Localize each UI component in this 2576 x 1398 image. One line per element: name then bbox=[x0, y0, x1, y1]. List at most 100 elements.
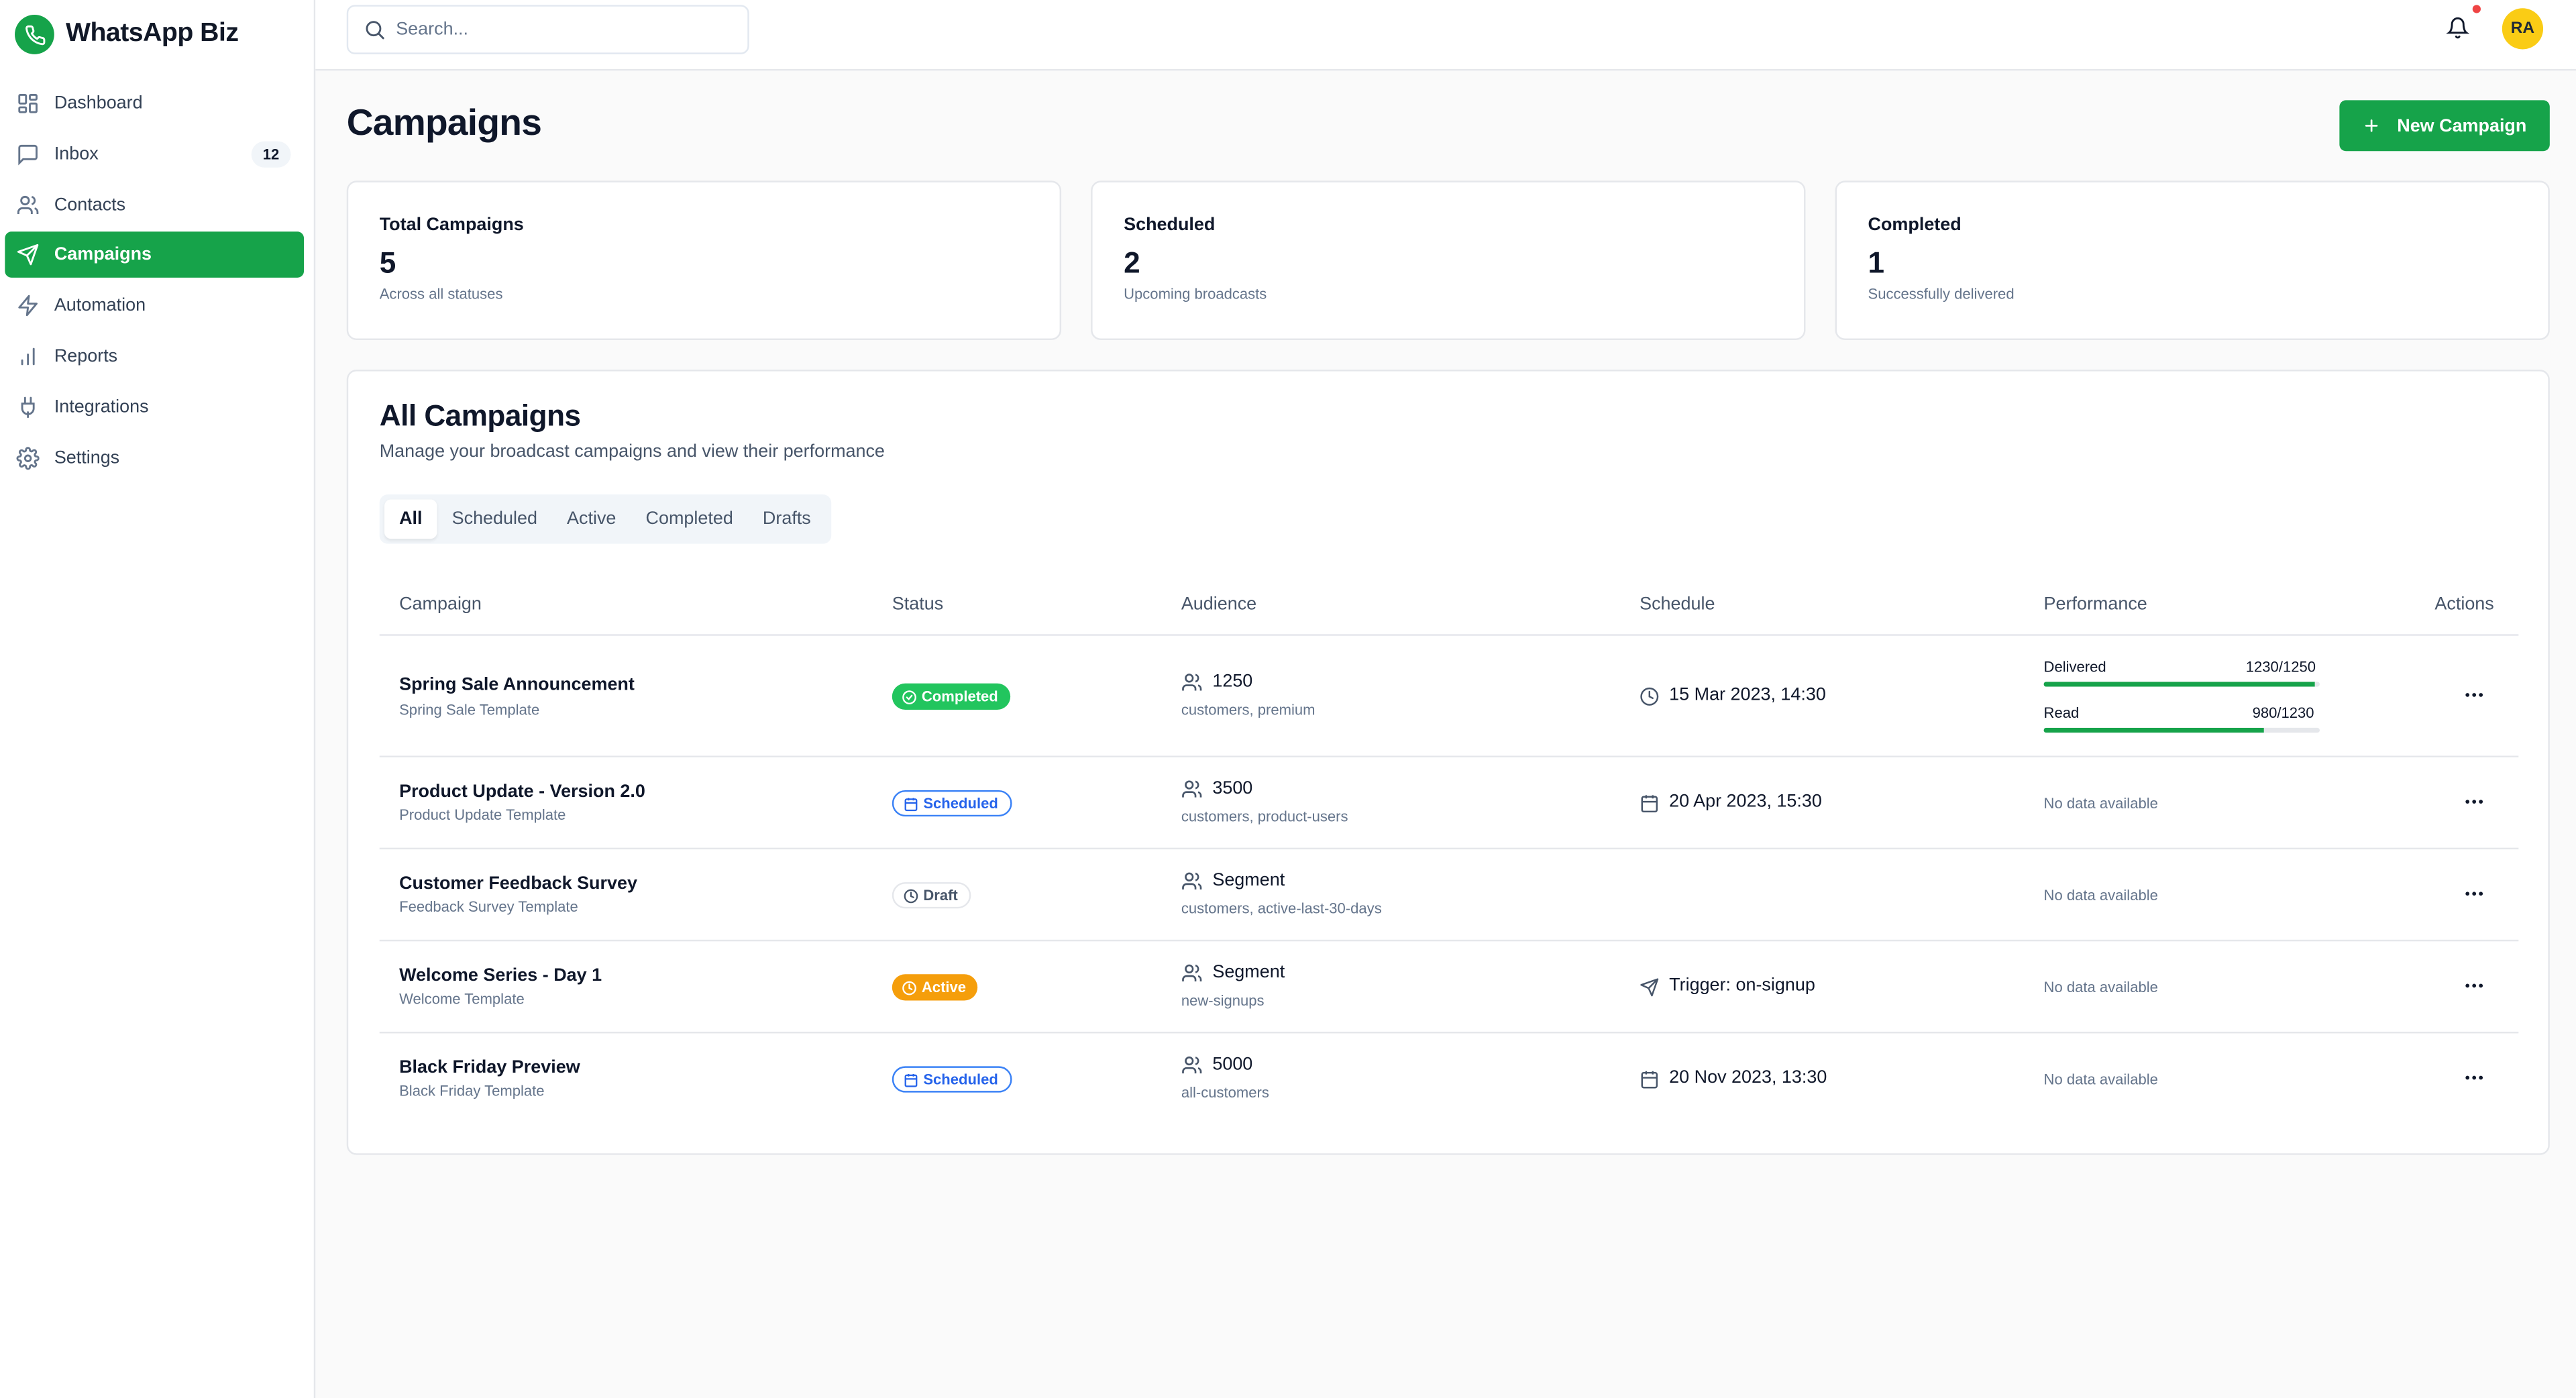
main-content: RA Campaigns New Campaign Total Campaign… bbox=[315, 0, 2576, 1398]
tab-active[interactable]: Active bbox=[552, 499, 631, 539]
brand[interactable]: WhatsApp Biz bbox=[0, 0, 314, 69]
sidebar-item-inbox[interactable]: Inbox 12 bbox=[5, 131, 304, 177]
status-badge: Scheduled bbox=[892, 790, 1012, 817]
sidebar-item-label: Automation bbox=[54, 296, 146, 316]
inbox-count-badge: 12 bbox=[251, 141, 291, 168]
sidebar-item-label: Integrations bbox=[54, 397, 149, 417]
sidebar-item-label: Campaigns bbox=[54, 245, 152, 266]
audience-segments: customers, product-users bbox=[1181, 808, 1348, 825]
check-circle-icon bbox=[902, 690, 916, 704]
more-actions-icon[interactable] bbox=[2463, 790, 2485, 813]
tab-completed[interactable]: Completed bbox=[631, 499, 747, 539]
gear-icon bbox=[15, 445, 41, 471]
campaign-template: Spring Sale Template bbox=[399, 701, 540, 718]
lightning-icon bbox=[15, 292, 41, 319]
stat-label: Total Campaigns bbox=[379, 215, 524, 235]
sidebar-nav: Dashboard Inbox 12 Contacts Campaigns Au… bbox=[0, 69, 314, 481]
tab-scheduled[interactable]: Scheduled bbox=[437, 499, 552, 539]
clock-icon bbox=[902, 980, 916, 995]
table-row[interactable]: Product Update - Version 2.0 Product Upd… bbox=[380, 757, 2519, 848]
read-value: 980/1230 bbox=[2252, 704, 2314, 722]
search-icon bbox=[366, 21, 384, 40]
sidebar-item-label: Reports bbox=[54, 346, 118, 367]
sidebar-item-integrations[interactable]: Integrations bbox=[5, 384, 304, 431]
plus-icon bbox=[2365, 119, 2378, 132]
campaign-name[interactable]: Black Friday Preview bbox=[399, 1058, 580, 1077]
page-title: Campaigns bbox=[346, 101, 542, 144]
dashboard-icon bbox=[15, 91, 41, 117]
sidebar-item-label: Dashboard bbox=[54, 93, 143, 113]
sidebar-item-campaigns[interactable]: Campaigns bbox=[5, 232, 305, 278]
campaign-template: Feedback Survey Template bbox=[399, 898, 578, 916]
search-input[interactable] bbox=[396, 19, 725, 40]
stat-subtext: Across all statuses bbox=[379, 286, 503, 303]
phone-icon bbox=[15, 15, 54, 54]
audience-value: 3500 bbox=[1212, 778, 1253, 799]
table-row[interactable]: Welcome Series - Day 1 Welcome Template … bbox=[380, 941, 2519, 1032]
campaign-name[interactable]: Customer Feedback Survey bbox=[399, 874, 637, 894]
users-icon bbox=[1182, 872, 1202, 890]
more-actions-icon[interactable] bbox=[2463, 1066, 2485, 1089]
campaign-name[interactable]: Product Update - Version 2.0 bbox=[399, 782, 645, 802]
panel-subtitle: Manage your broadcast campaigns and view… bbox=[379, 441, 885, 462]
users-icon bbox=[1182, 1056, 1202, 1074]
more-actions-icon[interactable] bbox=[2463, 974, 2485, 997]
schedule-text: 15 Mar 2023, 14:30 bbox=[1669, 685, 1826, 705]
search-box[interactable] bbox=[346, 5, 749, 54]
calendar-icon bbox=[904, 797, 918, 810]
send-icon bbox=[1640, 978, 1659, 997]
calendar-icon bbox=[1641, 795, 1658, 813]
sidebar-item-label: Settings bbox=[54, 447, 120, 468]
campaign-name[interactable]: Spring Sale Announcement bbox=[399, 676, 635, 695]
sidebar: WhatsApp Biz Dashboard Inbox 12 Contacts… bbox=[0, 0, 316, 1398]
panel-title: All Campaigns bbox=[379, 399, 581, 433]
tab-all[interactable]: All bbox=[384, 499, 437, 539]
stat-label: Completed bbox=[1868, 215, 1962, 235]
table-row[interactable]: Spring Sale Announcement Spring Sale Tem… bbox=[380, 636, 2519, 756]
delivered-label: Delivered bbox=[2043, 659, 2106, 676]
sidebar-item-dashboard[interactable]: Dashboard bbox=[5, 80, 304, 127]
performance-no-data: No data available bbox=[2043, 1071, 2158, 1088]
clock-icon bbox=[1640, 687, 1659, 706]
users-icon bbox=[1182, 964, 1202, 981]
performance-no-data: No data available bbox=[2043, 795, 2158, 812]
performance-no-data: No data available bbox=[2043, 887, 2158, 904]
sidebar-item-automation[interactable]: Automation bbox=[5, 283, 304, 329]
sidebar-item-settings[interactable]: Settings bbox=[5, 435, 304, 481]
bell-icon[interactable] bbox=[2446, 16, 2469, 39]
tab-drafts[interactable]: Drafts bbox=[748, 499, 826, 539]
read-progress-bar bbox=[2043, 727, 2320, 733]
notification-dot bbox=[2472, 5, 2481, 13]
delivered-value: 1230/1250 bbox=[2245, 659, 2316, 676]
campaigns-panel: All Campaigns Manage your broadcast camp… bbox=[346, 370, 2550, 1155]
read-progress-fill bbox=[2043, 727, 2264, 733]
more-actions-icon[interactable] bbox=[2463, 882, 2485, 905]
campaign-template: Black Friday Template bbox=[399, 1082, 545, 1099]
sidebar-item-label: Contacts bbox=[54, 195, 126, 215]
status-badge: Completed bbox=[892, 683, 1010, 710]
stat-subtext: Upcoming broadcasts bbox=[1124, 286, 1267, 303]
sidebar-item-reports[interactable]: Reports bbox=[5, 333, 304, 380]
message-icon bbox=[15, 141, 41, 167]
more-actions-icon[interactable] bbox=[2463, 684, 2485, 706]
stat-card-completed: Completed 1 Successfully delivered bbox=[1835, 180, 2550, 340]
table-row[interactable]: Customer Feedback Survey Feedback Survey… bbox=[380, 849, 2519, 940]
bar-chart-icon bbox=[15, 343, 41, 370]
clock-icon bbox=[904, 888, 918, 903]
table-row[interactable]: Black Friday Preview Black Friday Templa… bbox=[380, 1033, 2519, 1124]
filter-tabs: All Scheduled Active Completed Drafts bbox=[379, 494, 831, 544]
audience-value: Segment bbox=[1212, 870, 1285, 891]
campaign-name[interactable]: Welcome Series - Day 1 bbox=[399, 966, 602, 985]
sidebar-item-contacts[interactable]: Contacts bbox=[5, 182, 304, 228]
avatar[interactable]: RA bbox=[2502, 8, 2544, 50]
audience-value: 1250 bbox=[1212, 671, 1253, 692]
column-header-schedule: Schedule bbox=[1640, 594, 1715, 614]
column-header-audience: Audience bbox=[1181, 594, 1257, 614]
campaign-template: Product Update Template bbox=[399, 806, 566, 823]
new-campaign-button[interactable]: New Campaign bbox=[2339, 100, 2550, 152]
new-campaign-label: New Campaign bbox=[2397, 115, 2527, 136]
column-header-actions: Actions bbox=[2434, 594, 2494, 614]
calendar-icon bbox=[1641, 1071, 1658, 1089]
plug-icon bbox=[15, 394, 41, 420]
column-header-performance: Performance bbox=[2043, 594, 2147, 614]
